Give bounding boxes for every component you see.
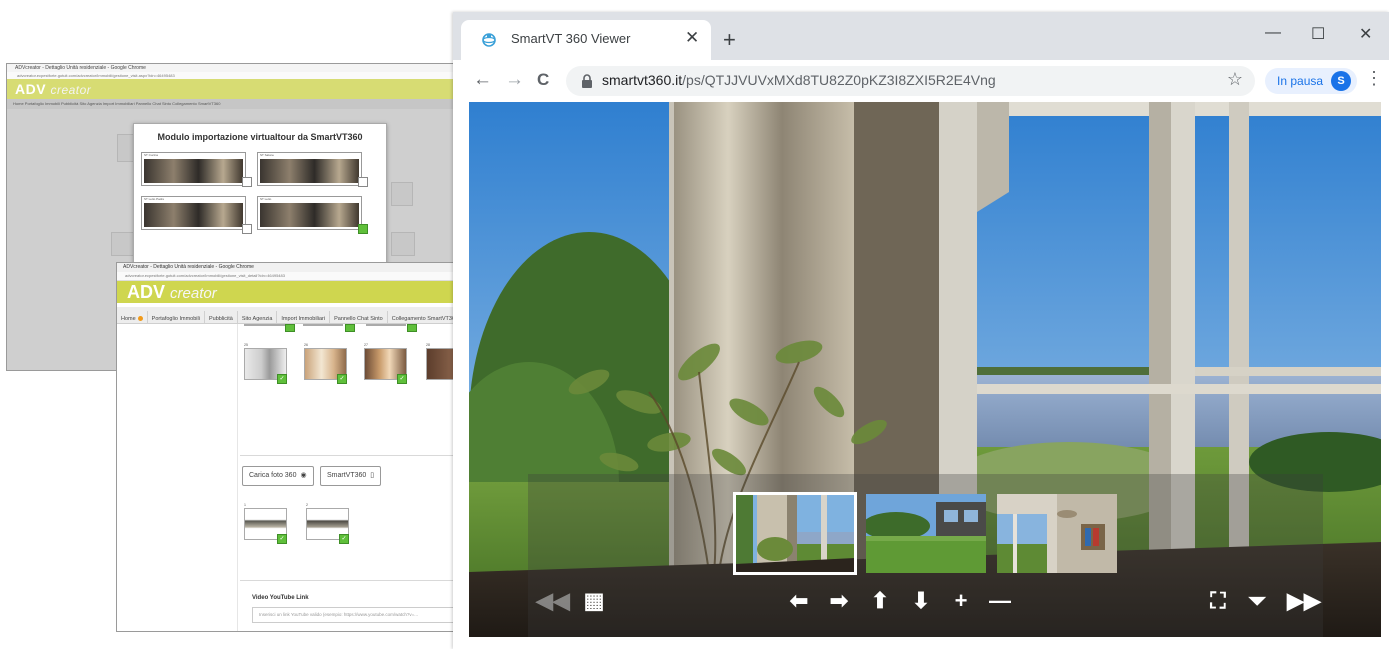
checked-icon: ✓ [277, 374, 287, 384]
back-icon[interactable]: ← [473, 69, 492, 91]
panorama-viewer[interactable]: ◀◀ ▦ ⬅ ➡ ⬆ ⬇ + — ⛶ ⏷ ▶▶ [469, 102, 1381, 637]
nav-item-portafoglio[interactable]: Portafoglio Immobili [148, 311, 205, 323]
nav-item-home[interactable]: Home [117, 311, 148, 323]
window-title: ADVcreator - Dettaglio Unità residenzial… [117, 263, 457, 272]
camera-icon: ◉ [300, 472, 307, 479]
photo-360-card[interactable]: 26 ✓ [304, 342, 347, 384]
avatar: S [1331, 71, 1351, 91]
pan-up-icon[interactable]: ⬆ [867, 587, 893, 615]
tab-strip: SmartVT 360 Viewer ✕ + — ☐ ✕ [453, 12, 1389, 60]
photo-360-card[interactable]: 27 ✓ [364, 342, 407, 384]
modal-thumb[interactable]: ST Letto Padre [141, 196, 246, 230]
smartvt-browser-window: SmartVT 360 Viewer ✕ + — ☐ ✕ ← → C smart… [453, 12, 1389, 649]
checked-icon [285, 324, 295, 332]
checked-icon: ✓ [339, 534, 349, 544]
checked-icon: ✓ [277, 534, 287, 544]
smartvt-favicon-icon [482, 33, 496, 47]
checked-icon [407, 324, 417, 332]
zoom-in-icon[interactable]: + [948, 587, 974, 615]
profile-paused-button[interactable]: In pausa S [1265, 68, 1357, 94]
thumb-image [260, 203, 359, 227]
select-checkbox[interactable] [358, 177, 368, 187]
fullscreen-icon[interactable]: ⛶ [1205, 587, 1231, 615]
row-divider [303, 324, 343, 326]
pan-down-icon[interactable]: ⬇ [908, 587, 934, 615]
photo-360-card[interactable]: 25 ✓ [244, 342, 287, 384]
section-divider [240, 580, 457, 581]
row-divider [366, 324, 406, 326]
property-content: 25 ✓ 26 ✓ 27 ✓ 28 Carica foto 360 ◉ Smart… [240, 324, 457, 631]
window-close-icon[interactable]: ✕ [1359, 24, 1372, 44]
minimize-icon[interactable]: — [1265, 24, 1281, 42]
nav-item-import[interactable]: Import Immobiliari [277, 311, 331, 323]
phone-icon: ▯ [370, 472, 375, 479]
modal-thumb[interactable]: ST Cucina [141, 152, 246, 186]
site-nav[interactable]: Home Portafoglio Immobili Pubblicità Sit… [7, 99, 477, 109]
grid-view-icon[interactable]: ▦ [581, 587, 607, 615]
video-link-label: Video YouTube Link [252, 595, 309, 601]
maximize-icon[interactable]: ☐ [1311, 24, 1325, 44]
modal-thumb[interactable]: ST Letto [257, 196, 362, 230]
new-tab-icon[interactable]: + [723, 29, 736, 51]
nav-item-chat[interactable]: Pannello Chat Sinto [330, 311, 388, 323]
scene-thumb-interior[interactable] [997, 494, 1117, 573]
scene-thumb-living-room[interactable] [733, 492, 857, 575]
address-bar[interactable]: smartvt360.it/ps/QTJJVUVxMXd8TU82Z0pKZ3I… [566, 66, 1255, 96]
tab-close-icon[interactable]: ✕ [685, 28, 699, 48]
background-button [391, 232, 415, 256]
address-bar[interactable]: advcreator.ecpestforte.gotuit.com/advcre… [7, 72, 477, 79]
hide-thumbnails-icon[interactable]: ⏷ [1244, 587, 1270, 615]
browser-toolbar: ← → C smartvt360.it/ps/QTJJVUVxMXd8TU82Z… [453, 60, 1389, 102]
paused-label: In pausa [1277, 74, 1324, 88]
import-modal: Modulo importazione virtualtour da Smart… [133, 123, 387, 267]
address-bar[interactable]: advcreator.ecpestforte.gotuit.com/advcre… [117, 272, 457, 281]
checked-icon: ✓ [337, 374, 347, 384]
modal-title: Modulo importazione virtualtour da Smart… [157, 132, 363, 142]
lock-icon [582, 74, 592, 88]
select-checkbox[interactable] [242, 224, 252, 234]
select-checkbox[interactable] [242, 177, 252, 187]
last-scene-icon[interactable]: ▶▶ [1287, 587, 1321, 615]
menu-icon[interactable]: ⋮ [1365, 68, 1383, 89]
reload-icon[interactable]: C [537, 70, 549, 90]
adv-creator-logo: ADV creator [127, 282, 217, 302]
adv-creator-logo: ADV creator [15, 81, 92, 97]
nav-item-pubblicita[interactable]: Pubblicità [205, 311, 238, 323]
scene-thumb-garden[interactable] [866, 494, 986, 573]
video-link-input[interactable]: Inserisci un link YouTube valido (esempi… [252, 607, 457, 623]
thumb-image [144, 159, 243, 183]
site-nav: Home Portafoglio Immobili Pubblicità Sito A… [117, 307, 457, 324]
home-badge-icon [137, 316, 143, 322]
pan-left-icon[interactable]: ⬅ [786, 587, 812, 615]
site-header: ADV creator [7, 79, 477, 99]
checked-icon: ✓ [397, 374, 407, 384]
site-header: ADV creator [117, 281, 457, 303]
checked-icon [345, 324, 355, 332]
nav-item-sito-agenzia[interactable]: Sito Agenzia [238, 311, 278, 323]
photo-360-card[interactable]: 2 ✓ [306, 502, 349, 544]
pan-right-icon[interactable]: ➡ [826, 587, 852, 615]
left-panel [117, 324, 238, 631]
row-divider [244, 324, 290, 326]
modal-thumb[interactable]: ST Salone [257, 152, 362, 186]
zoom-out-icon[interactable]: — [987, 587, 1013, 615]
url-text: smartvt360.it/ps/QTJJVUVxMXd8TU82Z0pKZ3I… [602, 72, 996, 88]
tab-smartvt-viewer[interactable]: SmartVT 360 Viewer ✕ [461, 20, 711, 60]
thumb-image [144, 203, 243, 227]
forward-icon[interactable]: → [505, 69, 524, 91]
nav-item-smartvt[interactable]: Collegamento SmartVT360 [388, 311, 457, 323]
bookmark-star-icon[interactable]: ☆ [1227, 69, 1243, 90]
upload-360-button[interactable]: Carica foto 360 ◉ [242, 466, 314, 486]
background-thumb [391, 182, 413, 206]
photo-360-card[interactable]: 1 ✓ [244, 502, 287, 544]
first-scene-icon[interactable]: ◀◀ [536, 587, 570, 615]
window-title: ADVcreator - Dettaglio Unità residenzial… [7, 64, 477, 72]
tab-title: SmartVT 360 Viewer [511, 31, 631, 46]
section-divider [240, 455, 457, 456]
smartvt360-button[interactable]: SmartVT360 ▯ [320, 466, 382, 486]
middle-browser-window: ADVcreator - Dettaglio Unità residenzial… [116, 262, 458, 632]
select-checkbox-checked[interactable] [358, 224, 368, 234]
thumb-image [260, 159, 359, 183]
